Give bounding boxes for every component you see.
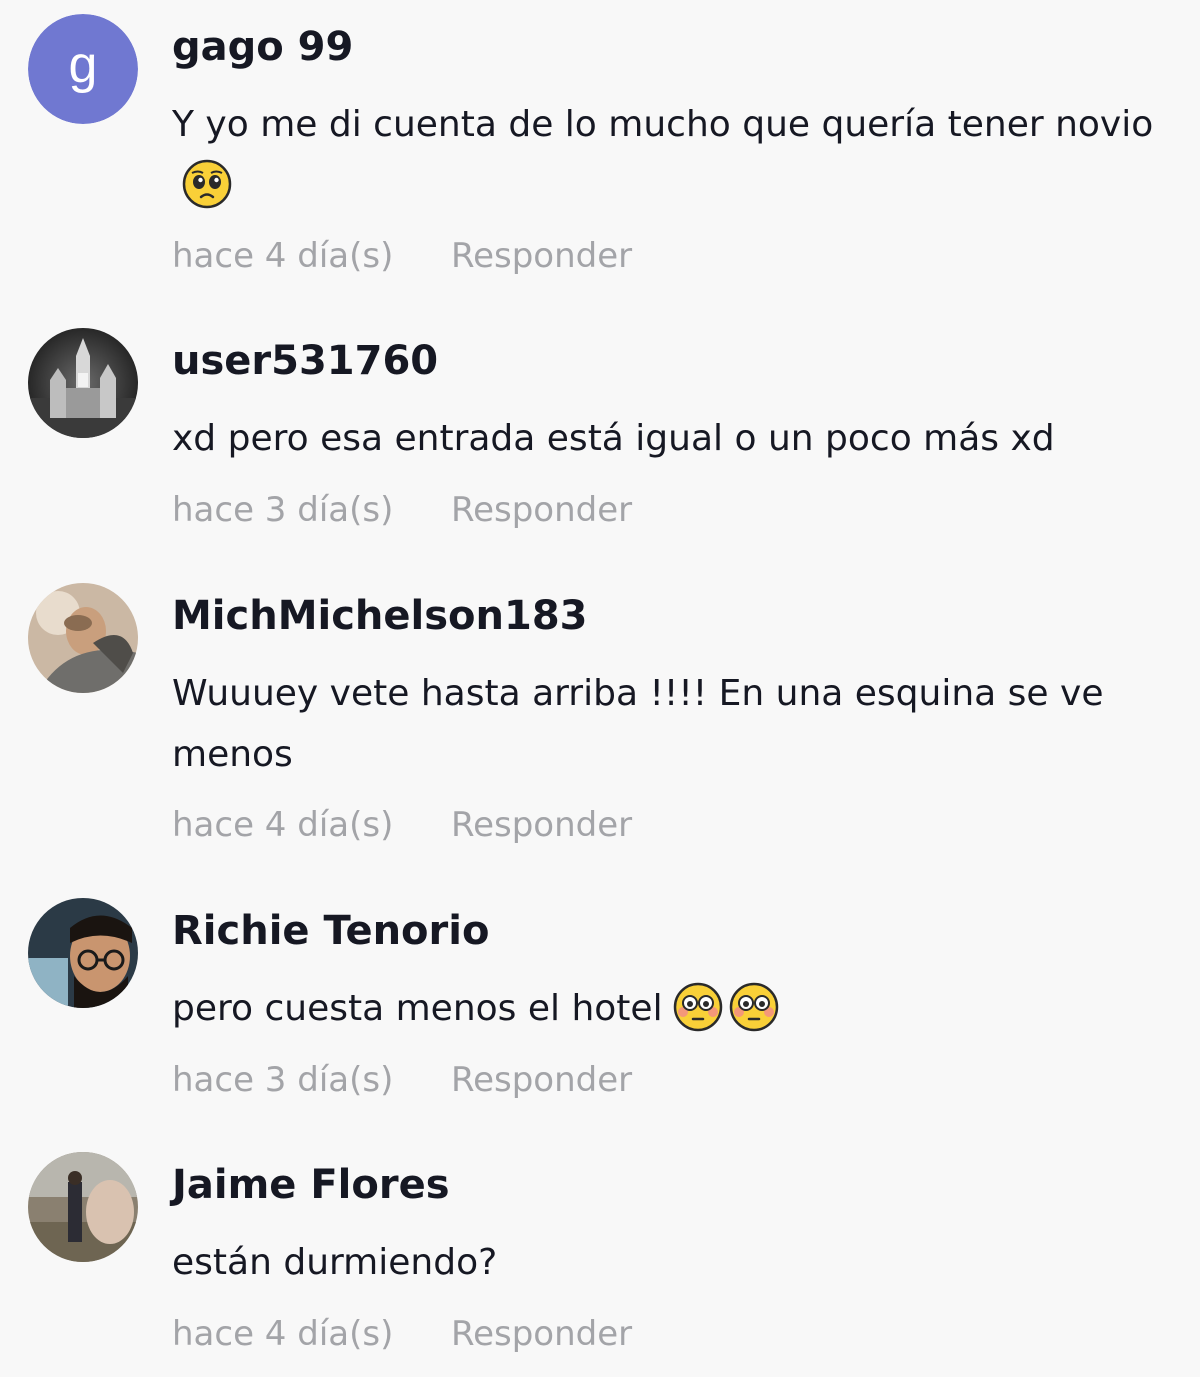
username[interactable]: MichMichelson183 [172, 591, 588, 641]
timestamp: hace 4 día(s) [172, 805, 394, 845]
comment-body: Y yo me di cuenta de lo mucho que quería… [172, 104, 1154, 145]
comment-body: xd pero esa entrada está igual o un poco… [172, 418, 1055, 459]
avatar[interactable] [28, 1152, 138, 1262]
person-photo-avatar-icon [28, 898, 138, 1008]
flushed-face-icon [729, 982, 778, 1032]
username[interactable]: gago 99 [172, 22, 353, 72]
username[interactable]: Jaime Flores [172, 1160, 450, 1210]
svg-text:g: g [69, 36, 98, 94]
pleading-face-icon [182, 159, 232, 209]
avatar[interactable] [28, 898, 138, 1008]
timestamp: hace 3 día(s) [172, 490, 394, 530]
comment-text: están durmiendo? [172, 1232, 1162, 1293]
flushed-face-icon [673, 982, 722, 1032]
comment-meta: hace 4 día(s) Responder [172, 236, 632, 276]
username[interactable]: Richie Tenorio [172, 906, 489, 956]
person-photo-avatar-icon [28, 1152, 138, 1262]
timestamp: hace 4 día(s) [172, 1314, 394, 1354]
avatar[interactable] [28, 328, 138, 438]
comment-body: están durmiendo? [172, 1242, 498, 1283]
avatar[interactable]: g [28, 14, 138, 124]
username[interactable]: user531760 [172, 336, 438, 386]
comment-body: Wuuuey vete hasta arriba !!!! En una esq… [172, 673, 1104, 775]
cathedral-photo-avatar-icon [28, 328, 138, 438]
initial-avatar-icon: g [28, 14, 138, 124]
timestamp: hace 4 día(s) [172, 236, 394, 276]
reply-button[interactable]: Responder [451, 1314, 632, 1354]
comment-meta: hace 4 día(s) Responder [172, 805, 632, 845]
person-photo-avatar-icon [28, 583, 138, 693]
comment-text: pero cuesta menos el hotel [172, 978, 1162, 1039]
timestamp: hace 3 día(s) [172, 1060, 394, 1100]
comment-text: xd pero esa entrada está igual o un poco… [172, 408, 1162, 469]
comment-body: pero cuesta menos el hotel [172, 988, 663, 1029]
reply-button[interactable]: Responder [451, 490, 632, 530]
reply-button[interactable]: Responder [451, 805, 632, 845]
comment-meta: hace 3 día(s) Responder [172, 490, 632, 530]
reply-button[interactable]: Responder [451, 236, 632, 276]
reply-button[interactable]: Responder [451, 1060, 632, 1100]
comment-text: Wuuuey vete hasta arriba !!!! En una esq… [172, 663, 1162, 785]
comment-meta: hace 4 día(s) Responder [172, 1314, 632, 1354]
avatar[interactable] [28, 583, 138, 693]
comment-meta: hace 3 día(s) Responder [172, 1060, 632, 1100]
comment-text: Y yo me di cuenta de lo mucho que quería… [172, 94, 1162, 216]
